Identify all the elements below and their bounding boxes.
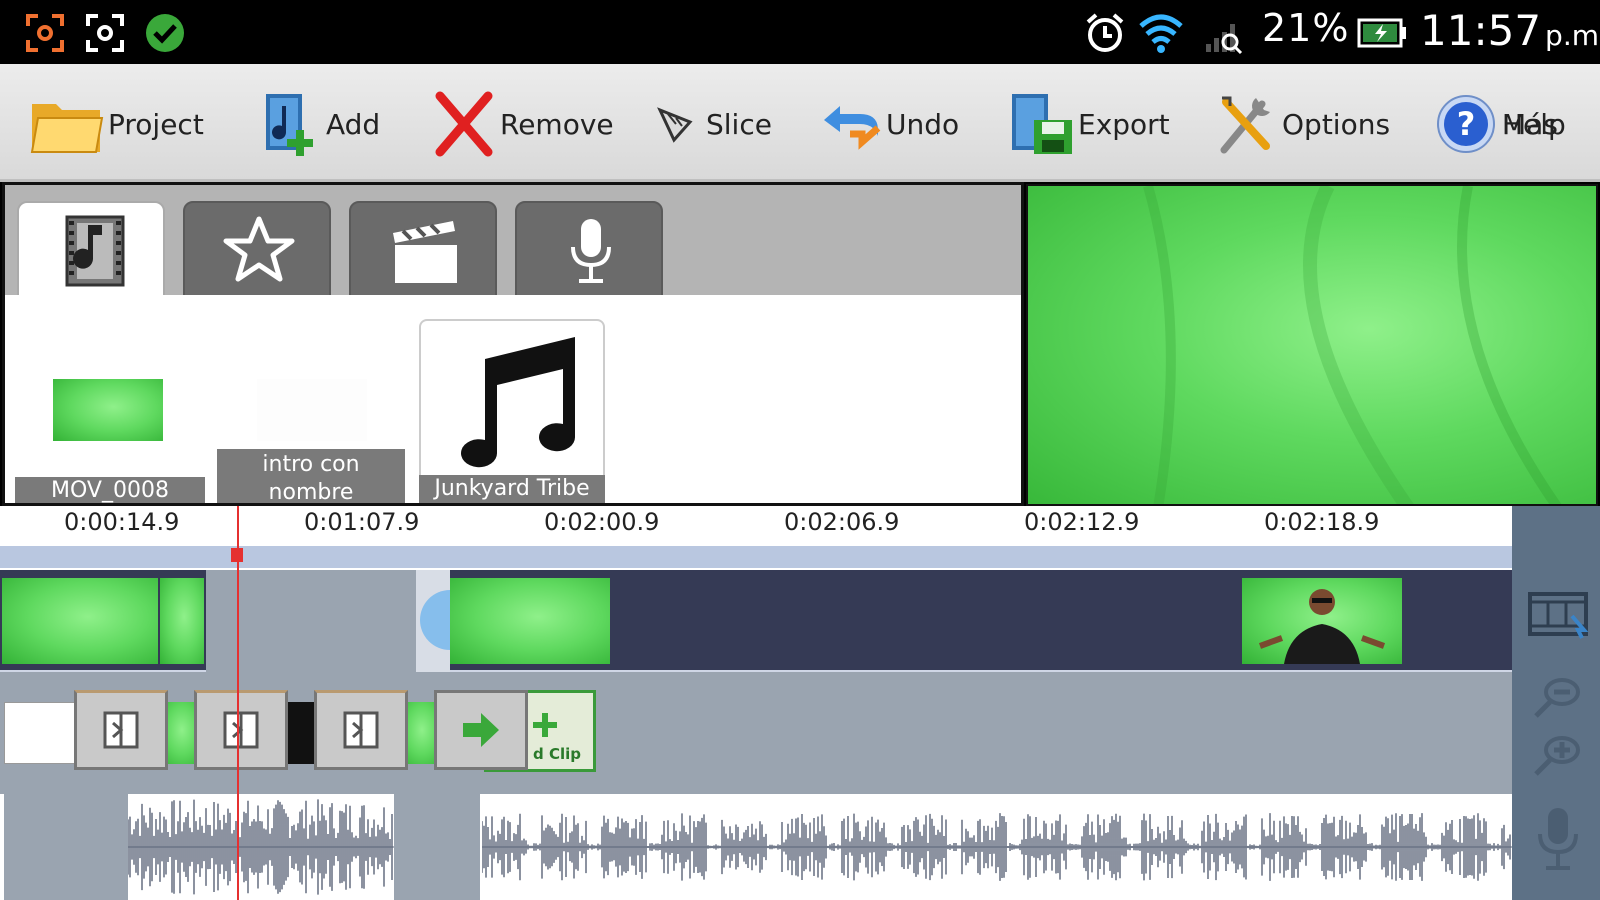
video-preview[interactable] [1026,184,1598,506]
clapperboard-icon [393,221,457,283]
clock-suffix: p.m. [1545,19,1600,52]
scrub-bar[interactable] [0,546,1512,568]
battery-charging-icon [1357,18,1406,48]
undo-icon [824,106,881,150]
transition-button[interactable] [194,690,288,770]
media-thumbnail [257,379,367,441]
slice-label: Slice [706,107,772,141]
signal-icon [1206,24,1243,55]
tick-label: 0:01:07.9 [304,508,420,536]
add-button[interactable]: Add [260,86,380,162]
toolbar: Project Add Remove Slice Undo Export Opt… [0,64,1600,182]
help-icon: ? [1437,95,1495,153]
tick-label: 0:02:00.9 [544,508,660,536]
tick-label: 0:02:12.9 [1024,508,1140,536]
help-label: Help Más [1502,108,1566,141]
video-clip[interactable] [1242,578,1402,664]
project-label: Project [108,107,204,141]
media-item[interactable]: Junkyard Tribe [419,319,605,503]
video-clip[interactable] [160,578,204,664]
audio-gap [4,794,128,900]
wifi-icon [1139,14,1183,53]
add-clip-label: d Clip [533,745,581,763]
video-clip[interactable] [2,578,158,664]
playhead-handle[interactable] [231,548,243,562]
export-label: Export [1078,107,1170,141]
slice-icon [657,107,693,143]
transition-button[interactable] [74,690,168,770]
status-bar: 21% 11:57p.m. [0,0,1600,64]
person-thumbnail [1258,589,1386,664]
arrow-right-icon [463,713,499,747]
alarm-icon [1086,13,1124,52]
tab-favorites[interactable] [183,201,331,297]
tick-label: 0:00:14.9 [64,508,180,536]
media-library-icon [65,215,125,287]
microphone-icon [571,219,611,283]
more-text: Más [1502,107,1558,141]
media-panel: MOV_0008 intro con nombre Junkyard Tribe [2,182,1024,506]
media-caption: intro con nombre [217,449,405,503]
playhead[interactable] [237,506,239,900]
media-thumbnail [53,379,163,441]
transition-icon [103,711,139,749]
video-track[interactable] [0,570,1512,672]
remove-x-icon [435,91,493,157]
export-button[interactable]: Export [1010,86,1170,162]
transition-icon [223,711,259,749]
media-caption: Junkyard Tribe [419,475,605,503]
timeline: 0:00:14.9 0:01:07.9 0:02:00.9 0:02:06.9 … [0,506,1600,900]
zoom-in-icon[interactable] [1532,730,1584,782]
audio-gap [394,794,480,900]
tab-record[interactable] [515,201,663,297]
clock-time: 11:57 [1420,6,1542,55]
timeline-side-panel [1512,506,1600,900]
media-tabs [5,185,1021,297]
undo-label: Undo [886,107,960,141]
tools-icon [1220,96,1270,154]
add-label: Add [326,107,381,141]
camera-focus-icon [86,14,124,52]
check-circle-icon [146,14,184,52]
video-clip[interactable] [450,578,610,664]
folder-icon [30,104,104,153]
options-button[interactable]: Options [1216,86,1390,162]
battery-percent: 21% [1262,6,1350,50]
undo-button[interactable]: Undo [820,86,959,162]
audio-track[interactable] [0,794,1512,900]
tick-label: 0:02:18.9 [1264,508,1380,536]
next-button[interactable] [434,690,528,770]
transition-track[interactable]: d Clip [0,672,1512,794]
record-audio-icon[interactable] [1534,806,1582,876]
export-icon [1012,94,1072,154]
media-item[interactable]: intro con nombre [217,295,405,503]
svg-text:?: ? [1457,105,1476,143]
zoom-out-icon[interactable] [1532,672,1584,724]
audio-waveform [128,799,394,895]
tab-media-library[interactable] [17,201,165,297]
filmstrip-icon[interactable] [1526,586,1590,642]
transition-button[interactable] [314,690,408,770]
remove-label: Remove [500,107,614,141]
music-note-icon [461,337,576,468]
slice-button[interactable]: Slice [654,86,772,162]
tick-label: 0:02:06.9 [784,508,900,536]
star-icon [223,216,295,282]
help-button[interactable]: ? Help Más [1436,86,1566,162]
transition-icon [343,711,379,749]
clock: 11:57p.m. [1420,6,1600,55]
time-ruler[interactable]: 0:00:14.9 0:01:07.9 0:02:00.9 0:02:06.9 … [0,506,1512,546]
remove-button[interactable]: Remove [432,86,614,162]
project-button[interactable]: Project [30,86,204,162]
plus-icon [533,713,557,737]
audio-waveform [482,813,1512,881]
preview-folds [1143,186,1562,504]
media-caption: MOV_0008 [15,477,205,503]
add-media-icon [266,94,313,156]
options-label: Options [1282,107,1391,141]
media-items: MOV_0008 intro con nombre Junkyard Tribe [5,295,1021,503]
media-item[interactable]: MOV_0008 [15,295,205,503]
screenshot-icon [26,14,64,52]
tab-clips[interactable] [349,201,497,297]
